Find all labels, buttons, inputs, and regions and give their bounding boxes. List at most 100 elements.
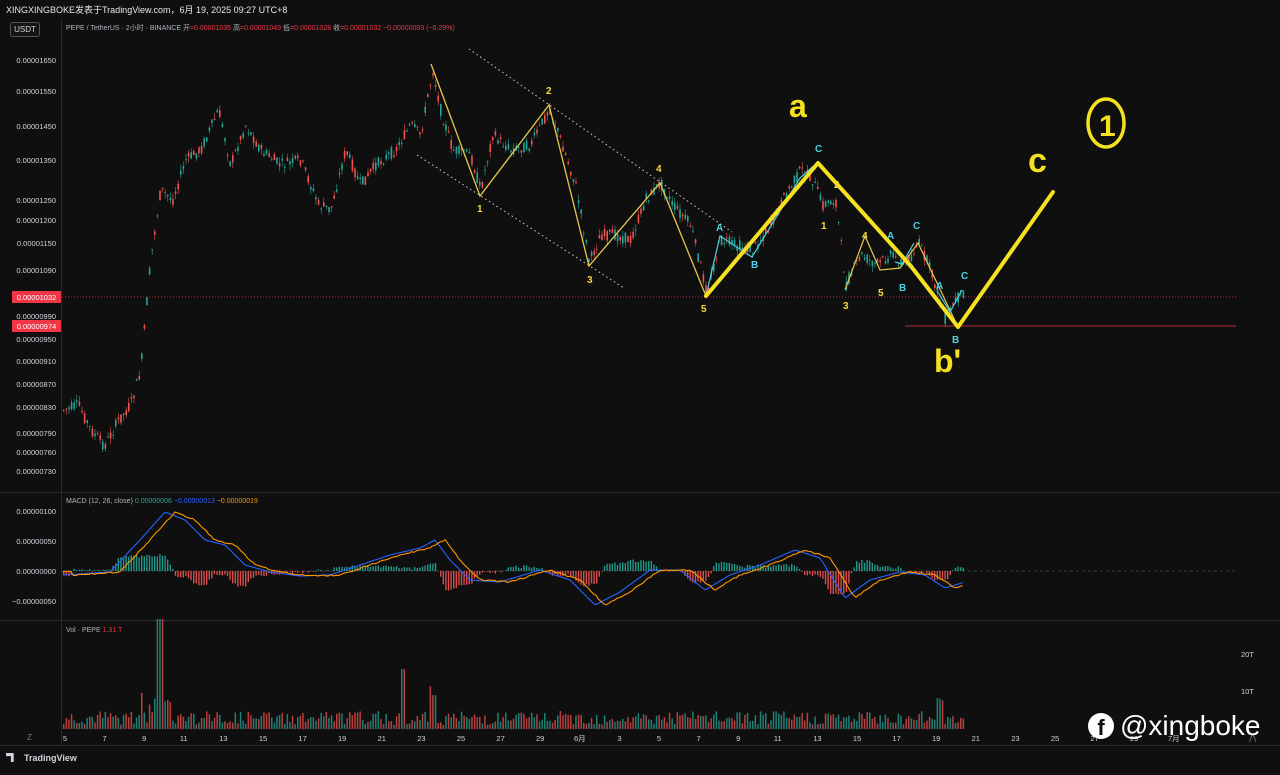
volume-bar [593, 724, 595, 729]
volume-bar [437, 722, 439, 729]
macd-hist-bar [866, 560, 868, 571]
volume-legend[interactable]: Vol · PEPE 1.31 T [66, 627, 122, 634]
volume-bar [601, 724, 603, 729]
macd-hist-bar [528, 567, 530, 571]
macd-legend[interactable]: MACD (12, 26, close) 0.00000006 −0.00000… [66, 498, 258, 505]
macd-tick: 0.00000100 [16, 507, 56, 516]
price-tick: 0.00000830 [16, 403, 56, 412]
volume-bar [479, 716, 481, 729]
macd-hist-bar [73, 568, 75, 571]
volume-bar [687, 717, 689, 729]
volume-bar [284, 723, 286, 729]
volume-bar [247, 711, 250, 729]
macd-hist-bar [570, 571, 572, 577]
volume-bar [715, 711, 718, 729]
macd-hist-bar [419, 567, 421, 571]
volume-bar [489, 724, 491, 729]
macd-hist-bar [814, 571, 816, 575]
macd-hist-bar [518, 567, 520, 571]
candle-body [642, 205, 645, 211]
candle-body [349, 154, 351, 158]
volume-bar [323, 716, 325, 729]
volume-bar [302, 712, 304, 729]
candle-body [265, 150, 268, 154]
candle-body [572, 179, 575, 182]
candle-body [161, 187, 164, 190]
volume-bar [390, 720, 393, 729]
volume-bar [928, 716, 931, 729]
wave-label-second-2: 2 [834, 180, 840, 191]
timezone-button[interactable]: Z [27, 733, 32, 742]
candle-body [637, 214, 640, 223]
candle-body [325, 205, 328, 207]
volume-bar [424, 711, 426, 729]
macd-hist-bar [804, 571, 806, 575]
time-tick: 29 [536, 734, 544, 743]
macd-hist-bar [406, 567, 408, 571]
wave-label-C-1: C [815, 144, 822, 155]
volume-bar [720, 721, 723, 729]
volume-bar [668, 712, 671, 729]
macd-hist-bar [736, 565, 738, 571]
candle-body [382, 163, 385, 165]
macd-hist-bar [869, 560, 871, 571]
volume-bar [765, 713, 767, 729]
candle-body [310, 187, 312, 190]
macd-hist-bar [772, 564, 775, 571]
volume-bar [549, 720, 551, 729]
macd-hist-bar [440, 571, 442, 577]
volume-label: Vol · PEPE [66, 627, 101, 634]
volume-bar [796, 716, 798, 729]
volume-bar [843, 717, 845, 729]
volume-bar [525, 718, 528, 729]
volume-bar [697, 715, 699, 729]
macd-hist-bar [596, 571, 598, 584]
candle-body [466, 149, 468, 152]
volume-bar [177, 715, 179, 729]
candle-body [239, 136, 242, 140]
wave-label-3: 3 [587, 275, 593, 286]
volume-bar [752, 720, 754, 729]
candle-body [564, 153, 567, 155]
macd-hist-bar [247, 571, 249, 583]
macd-hist-bar [606, 563, 608, 571]
candle-body [632, 231, 634, 239]
macd-hist-bar [242, 571, 244, 586]
macd-hist-bar [468, 571, 470, 585]
macd-hist-bar [824, 571, 827, 585]
candle-body [726, 237, 728, 239]
macd-hist-bar [944, 571, 946, 580]
volume-bar [354, 712, 356, 729]
chart-canvas[interactable]: 0.00001650 0.00001550 0.00001450 0.00001350… [0, 0, 1280, 770]
candle-body [406, 130, 408, 132]
volume-bar [401, 669, 403, 729]
candle-body [863, 257, 866, 260]
macd-hist-bar [845, 571, 847, 592]
chart-svg[interactable]: 0.00001650 0.00001550 0.00001450 0.00001350… [0, 0, 1280, 770]
macd-hist-bar [421, 566, 424, 571]
volume-bar [905, 718, 907, 729]
candle-body [167, 194, 169, 197]
volume-bar [635, 716, 637, 729]
currency-badge[interactable]: USDT [10, 22, 40, 37]
volume-bar [369, 720, 372, 729]
volume-bar [294, 724, 296, 729]
macd-hist-bar [507, 567, 509, 571]
volume-bar [726, 718, 728, 729]
volume-bar [291, 715, 294, 729]
volume-bar [317, 718, 320, 729]
macd-hist-bar [489, 571, 491, 573]
volume-bar [304, 721, 307, 729]
volume-bar [598, 723, 601, 729]
symbol-legend[interactable]: PEPE / TetherUS · 2小时 · BINANCE 开=0.0000… [66, 23, 455, 33]
macd-hist-bar [635, 561, 637, 571]
candle-body [377, 157, 380, 166]
candle-body [596, 249, 598, 251]
candle-body [913, 253, 915, 255]
volume-bar [853, 718, 855, 729]
tradingview-logo[interactable]: TradingView [6, 753, 77, 763]
macd-hist-bar [627, 561, 629, 571]
volume-bar [299, 715, 302, 729]
volume-bar [822, 723, 824, 729]
volume-bar [793, 714, 796, 729]
